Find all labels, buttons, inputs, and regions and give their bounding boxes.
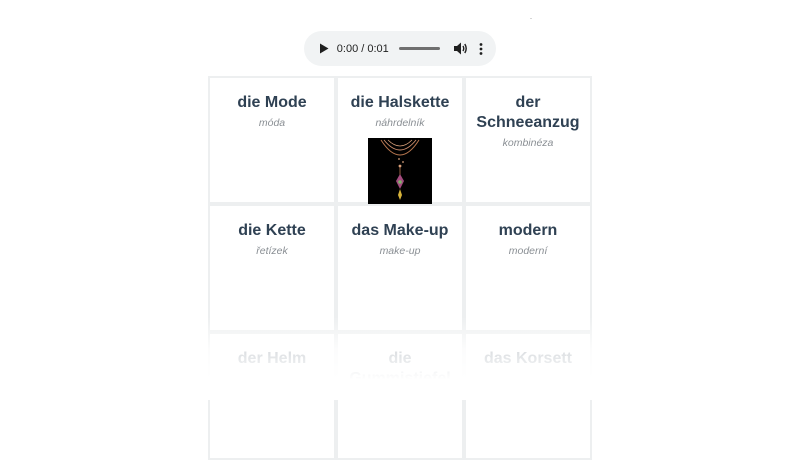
vocab-card[interactable]: die Kette řetízek <box>208 204 336 332</box>
vocab-translation: náhrdelník <box>375 117 425 129</box>
vocab-translation: kombinéza <box>502 137 554 149</box>
vocab-word: die Mode <box>237 94 307 111</box>
vocab-word: das Make-up <box>351 222 449 239</box>
vocab-word: der Schneeanzug <box>476 94 580 131</box>
vocab-card[interactable]: der Helm <box>208 332 336 460</box>
audio-progress-slider[interactable] <box>398 47 441 50</box>
more-vert-icon[interactable] <box>476 41 486 57</box>
vocab-card[interactable]: das Make-up make-up <box>336 204 464 332</box>
vocab-translation: móda <box>258 117 286 129</box>
vocab-word: die Halskette <box>350 94 450 111</box>
vocab-word: die Kette <box>238 222 306 239</box>
vocab-card[interactable]: das Korsett <box>464 332 592 460</box>
volume-icon[interactable] <box>454 41 468 57</box>
vocab-word: der Helm <box>237 350 307 367</box>
vocab-card[interactable]: die Halskette náhrdelník <box>336 76 464 204</box>
play-icon[interactable] <box>318 41 331 57</box>
vocab-translation: moderní <box>508 245 548 257</box>
vocab-word: das Korsett <box>483 350 573 367</box>
vocabulary-grid: die Mode móda die Halskette náhrdelník d… <box>208 76 592 460</box>
audio-player[interactable]: 0:00 / 0:01 <box>304 31 496 66</box>
necklace-image <box>368 138 432 204</box>
vocab-card[interactable]: der Schneeanzug kombinéza <box>464 76 592 204</box>
vocab-card[interactable]: modern moderní <box>464 204 592 332</box>
vocab-card[interactable]: die Gummistiefel <box>336 332 464 460</box>
vocab-word: modern <box>498 222 558 239</box>
vocab-translation: make-up <box>379 245 421 257</box>
vocab-card[interactable]: die Mode móda <box>208 76 336 204</box>
vocab-translation: řetízek <box>256 245 288 257</box>
vocab-word: die Gummistiefel <box>349 350 451 387</box>
stray-dot <box>530 18 532 19</box>
audio-time: 0:00 / 0:01 <box>336 42 389 55</box>
